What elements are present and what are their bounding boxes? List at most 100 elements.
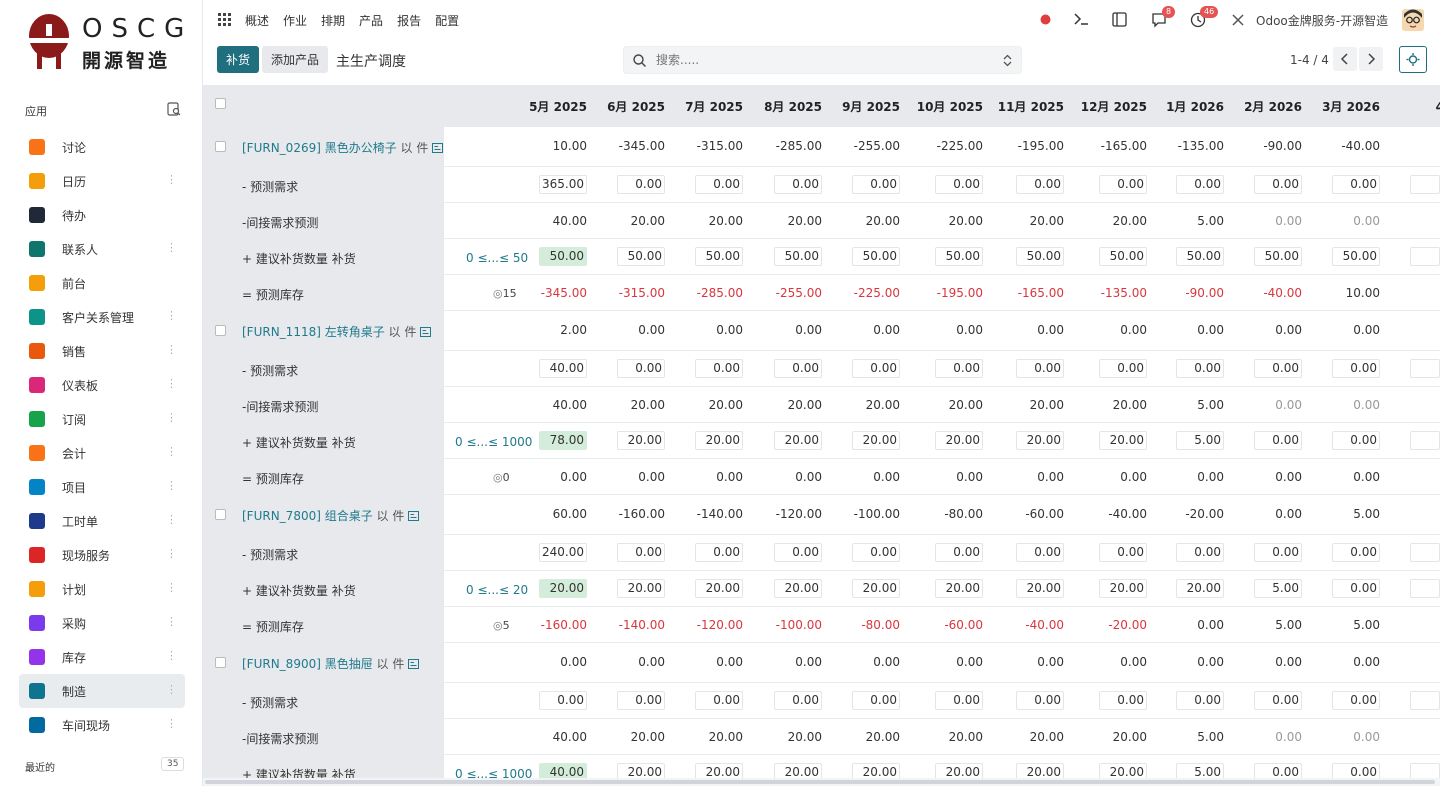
period-value-input[interactable]: 0.00 (1016, 543, 1064, 562)
sidebar-app-item[interactable]: 讨论 (19, 130, 185, 164)
user-avatar[interactable] (1402, 9, 1424, 31)
scrollbar-thumb[interactable] (205, 780, 1435, 784)
horizontal-scrollbar[interactable] (203, 778, 1440, 786)
row-replenish-link[interactable]: 补货 (332, 768, 356, 778)
app-more-icon[interactable]: ⋮ (166, 445, 177, 459)
period-value-input[interactable]: 0.00 (1332, 763, 1380, 778)
product-checkbox[interactable] (215, 509, 226, 520)
period-value-input[interactable]: 20.00 (695, 431, 743, 450)
search-bar[interactable] (623, 46, 1022, 74)
period-value-input[interactable]: 0.00 (774, 691, 822, 710)
sidebar-app-item[interactable]: 会计 ⋮ (19, 436, 185, 470)
period-value-input[interactable]: 0.00 (1176, 359, 1224, 378)
sidebar-app-item[interactable]: 计划 ⋮ (19, 572, 185, 606)
add-product-button[interactable]: 添加产品 (262, 46, 329, 73)
product-name[interactable]: [FURN_0269] 黑色办公椅子 (242, 141, 397, 155)
period-value-input[interactable]: 20.00 (1099, 431, 1147, 450)
period-value-input[interactable]: 20.00 (852, 579, 900, 598)
period-value-input-overflow[interactable] (1410, 359, 1440, 378)
app-more-icon[interactable]: ⋮ (166, 173, 177, 187)
period-value-input[interactable]: 20.00 (774, 579, 822, 598)
period-value-input[interactable]: 5.00 (1176, 431, 1224, 450)
menu-planning[interactable]: 排期 (321, 12, 345, 29)
period-value-input[interactable]: 20.00 (852, 431, 900, 450)
period-value-input[interactable]: 0.00 (617, 543, 665, 562)
sidebar-app-item[interactable]: 待办 (19, 198, 185, 232)
period-value-input[interactable]: 0.00 (617, 691, 665, 710)
period-value-input[interactable]: 78.00 (539, 431, 587, 450)
sidebar-app-item[interactable]: 制造 ⋮ (19, 674, 185, 708)
apps-grid-icon[interactable] (218, 13, 231, 26)
period-value-input[interactable]: 0.00 (1099, 359, 1147, 378)
period-value-input[interactable]: 50.00 (1254, 247, 1302, 266)
pager-value[interactable]: 1-4 / 4 (1290, 53, 1329, 67)
replenish-bounds-link[interactable]: 0 ≤...≤ 1000 (455, 767, 532, 778)
period-value-input[interactable]: 0.00 (852, 691, 900, 710)
period-value-input[interactable]: 0.00 (1254, 431, 1302, 450)
app-more-icon[interactable]: ⋮ (166, 717, 177, 731)
view-switcher-button[interactable] (1399, 46, 1427, 73)
terminal-icon[interactable] (1073, 12, 1089, 26)
search-input[interactable] (654, 51, 984, 69)
product-checkbox[interactable] (215, 657, 226, 668)
period-value-input[interactable]: 0.00 (617, 359, 665, 378)
sidebar-app-item[interactable]: 项目 ⋮ (19, 470, 185, 504)
period-value-input[interactable]: 0.00 (1099, 543, 1147, 562)
pager-next-button[interactable] (1359, 47, 1383, 71)
panel-toggle-icon[interactable] (1112, 12, 1127, 27)
sidebar-app-item[interactable]: 客户关系管理 ⋮ (19, 300, 185, 334)
menu-overview[interactable]: 概述 (245, 12, 269, 29)
period-value-input[interactable]: 0.00 (1332, 543, 1380, 562)
period-value-input-overflow[interactable] (1410, 543, 1440, 562)
period-value-input[interactable]: 0.00 (1254, 175, 1302, 194)
period-value-input[interactable]: 0.00 (1016, 359, 1064, 378)
period-value-input[interactable]: 50.00 (617, 247, 665, 266)
product-form-icon[interactable] (408, 511, 420, 521)
period-value-input[interactable]: 20.00 (617, 579, 665, 598)
period-value-input[interactable]: 0.00 (1254, 763, 1302, 778)
menu-configuration[interactable]: 配置 (435, 12, 459, 29)
period-value-input[interactable]: 0.00 (539, 691, 587, 710)
sidebar-app-item[interactable]: 现场服务 ⋮ (19, 538, 185, 572)
period-value-input[interactable]: 0.00 (852, 543, 900, 562)
app-more-icon[interactable]: ⋮ (166, 649, 177, 663)
period-value-input[interactable]: 0.00 (1254, 359, 1302, 378)
row-replenish-link[interactable]: 补货 (332, 584, 356, 598)
sidebar-app-item[interactable]: 工时单 ⋮ (19, 504, 185, 538)
period-value-input[interactable]: 20.00 (1176, 579, 1224, 598)
period-value-input[interactable]: 0.00 (1332, 579, 1380, 598)
period-value-input[interactable]: 20.00 (1016, 763, 1064, 778)
period-value-input[interactable]: 50.00 (1176, 247, 1224, 266)
product-name[interactable]: [FURN_8900] 黑色抽屉 (242, 657, 373, 671)
replenish-bounds-link[interactable]: 0 ≤...≤ 20 (466, 583, 528, 597)
company-switcher[interactable]: Odoo金牌服务-开源智造 (1256, 12, 1388, 29)
period-value-input[interactable]: 0.00 (695, 543, 743, 562)
recording-dot-icon[interactable] (1040, 14, 1051, 25)
period-value-input[interactable]: 0.00 (774, 175, 822, 194)
period-value-input[interactable]: 50.00 (1016, 247, 1064, 266)
app-more-icon[interactable]: ⋮ (166, 411, 177, 425)
period-value-input[interactable]: 0.00 (1254, 543, 1302, 562)
sidebar-app-item[interactable]: 销售 ⋮ (19, 334, 185, 368)
product-form-icon[interactable] (408, 659, 420, 669)
period-value-input[interactable]: 20.00 (852, 763, 900, 778)
period-value-input[interactable]: 0.00 (1176, 691, 1224, 710)
period-value-input[interactable]: 240.00 (539, 543, 587, 562)
period-value-input[interactable]: 20.00 (617, 431, 665, 450)
product-form-icon[interactable] (432, 143, 444, 153)
period-value-input[interactable]: 0.00 (852, 175, 900, 194)
period-value-input[interactable]: 5.00 (1176, 763, 1224, 778)
menu-operations[interactable]: 作业 (283, 12, 307, 29)
sidebar-app-item[interactable]: 库存 ⋮ (19, 640, 185, 674)
period-value-input[interactable]: 5.00 (1254, 579, 1302, 598)
replenish-button[interactable]: 补货 (217, 46, 260, 73)
sidebar-app-item[interactable]: 联系人 ⋮ (19, 232, 185, 266)
app-more-icon[interactable]: ⋮ (166, 581, 177, 595)
period-value-input[interactable]: 0.00 (1099, 691, 1147, 710)
product-name-link[interactable]: [FURN_1118] 左转角桌子 以 件 (242, 323, 432, 340)
tools-icon[interactable] (1231, 13, 1245, 27)
period-value-input[interactable]: 20.00 (695, 579, 743, 598)
period-value-input[interactable]: 20.00 (1099, 763, 1147, 778)
period-value-input-overflow[interactable] (1410, 763, 1440, 778)
product-form-icon[interactable] (420, 327, 432, 337)
